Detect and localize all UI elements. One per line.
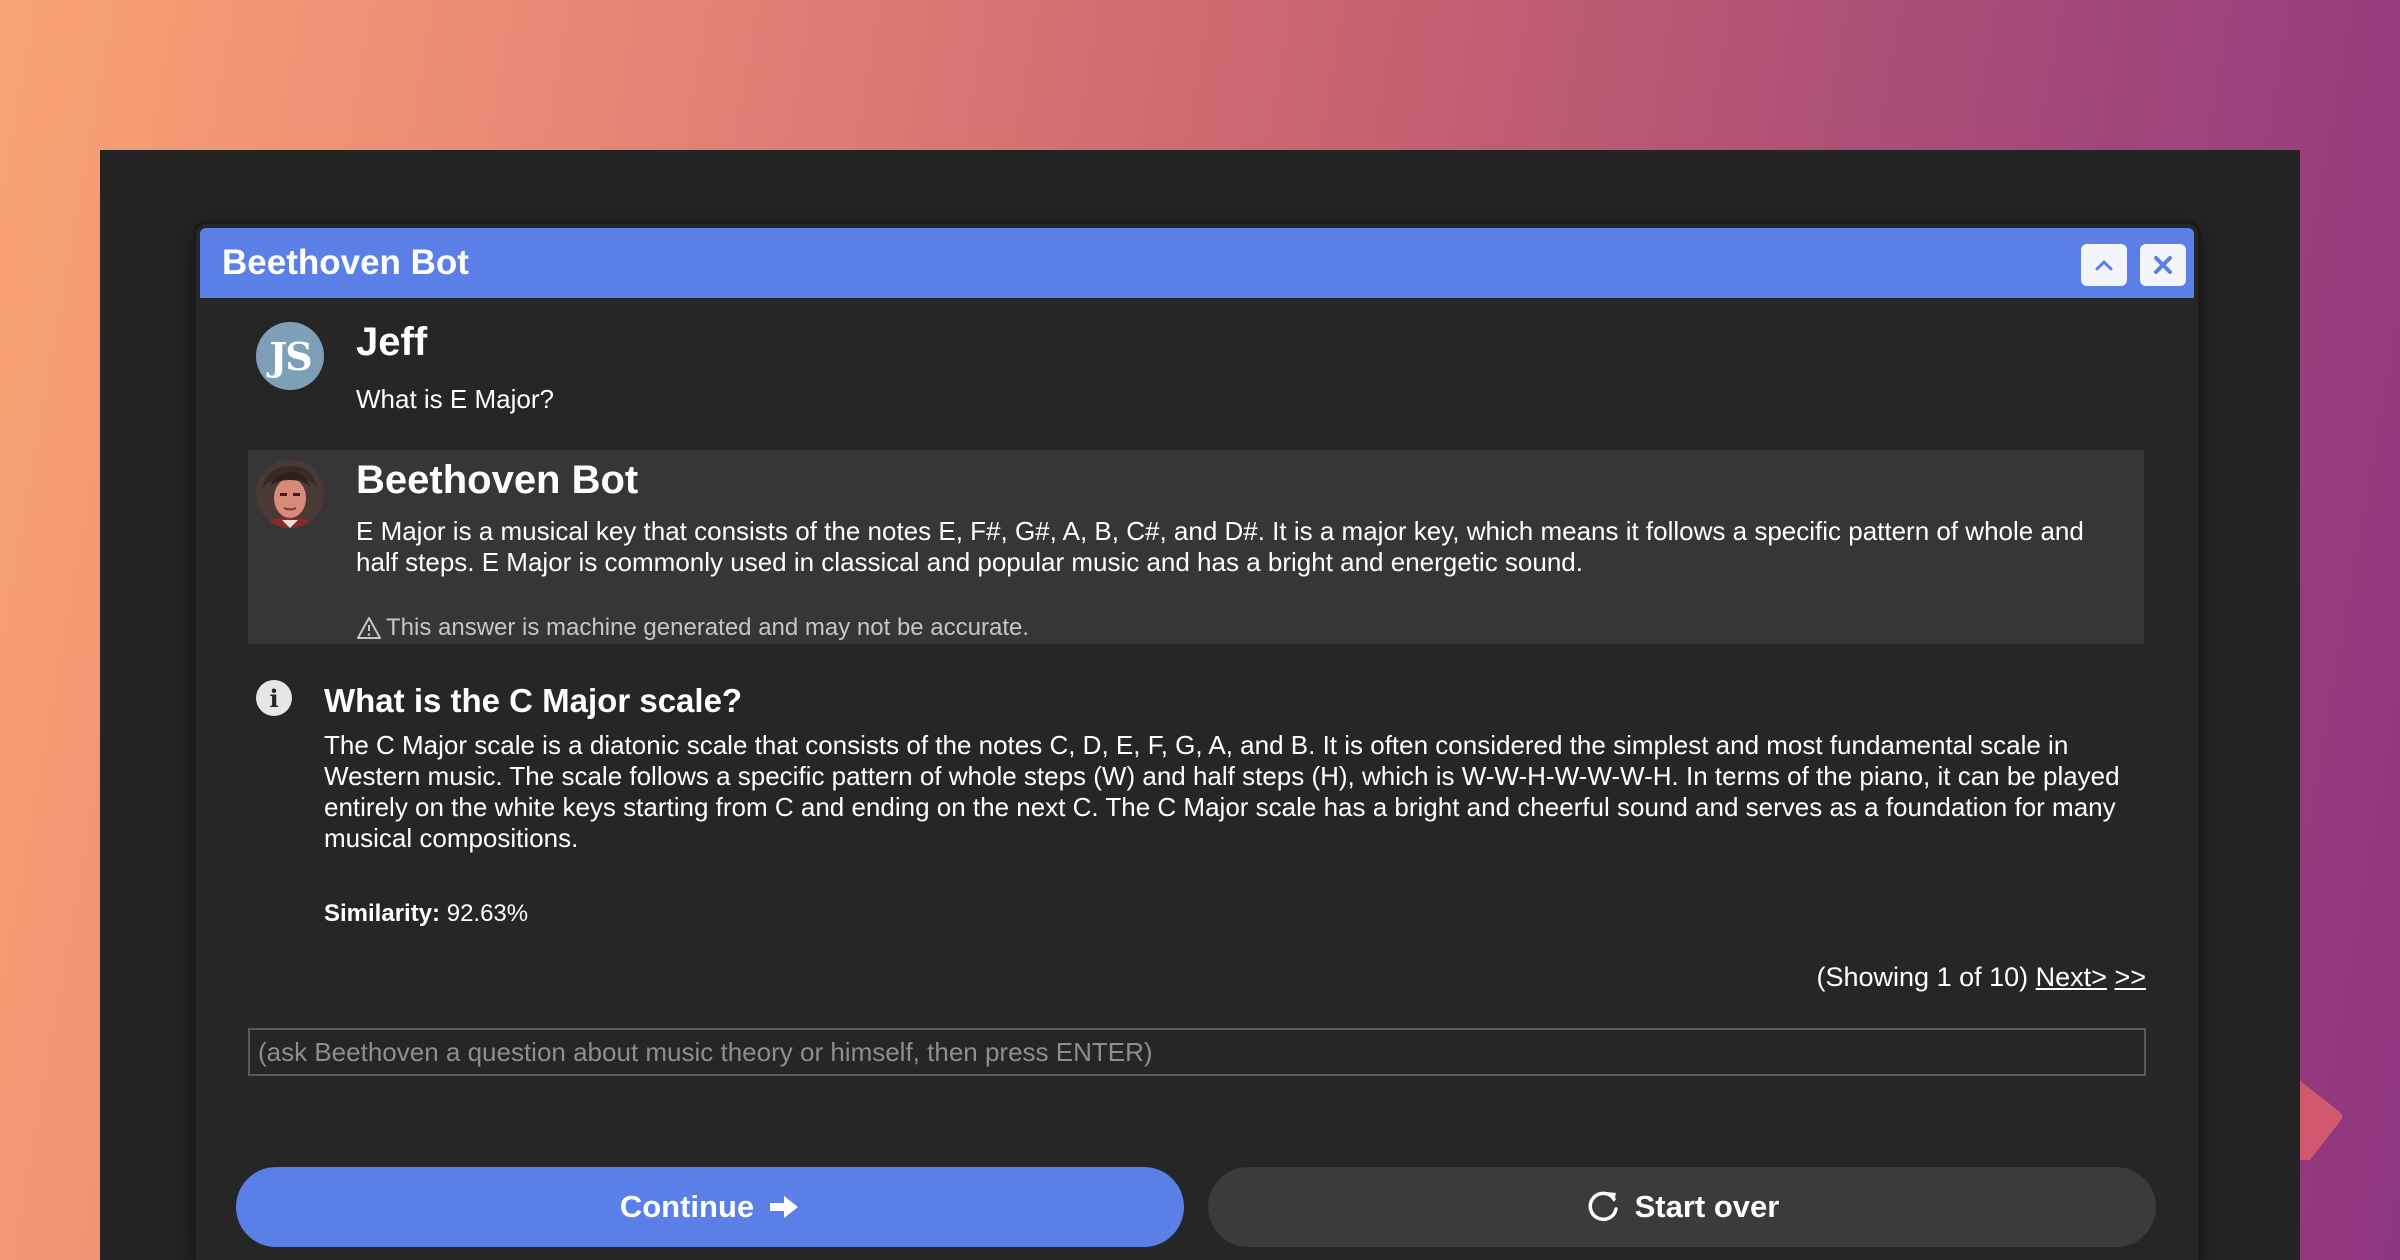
message-text: What is E Major? [356, 384, 554, 414]
related-answer-text: The C Major scale is a diatonic scale th… [324, 730, 2120, 853]
avatar-initials: JS [269, 333, 312, 379]
pagination-status: (Showing 1 of 10) [1816, 962, 2029, 992]
window-title: Beethoven Bot [222, 243, 469, 282]
collapse-button[interactable] [2081, 244, 2127, 286]
pagination: (Showing 1 of 10) Next> >> [1817, 962, 2147, 993]
warning-icon [357, 617, 381, 639]
user-avatar: JS [256, 322, 324, 390]
user-message: JS Jeff What is E Major? [248, 312, 2144, 432]
disclaimer: This answer is machine generated and may… [356, 614, 1029, 642]
arrow-right-icon [770, 1196, 799, 1218]
decorative-shape [2300, 1080, 2352, 1160]
chat-window: Beethoven Bot JS Jeff What is E Major? B… [196, 224, 2198, 1260]
related-question-title: What is the C Major scale? [324, 682, 743, 719]
similarity-score: Similarity: 92.63% [324, 900, 528, 928]
next-link[interactable]: Next> [2036, 962, 2107, 992]
similarity-value: 92.63% [446, 900, 529, 927]
close-icon [2154, 256, 2172, 274]
question-input[interactable] [248, 1028, 2146, 1076]
refresh-icon [1588, 1191, 1618, 1222]
close-button[interactable] [2140, 244, 2186, 286]
continue-label: Continue [619, 1189, 755, 1224]
similarity-label: Similarity: [324, 900, 441, 927]
message-sender: Jeff [356, 320, 428, 364]
start-over-label: Start over [1634, 1189, 1780, 1224]
continue-button[interactable]: Continue [236, 1167, 1184, 1247]
disclaimer-text: This answer is machine generated and may… [386, 614, 1030, 641]
chevron-up-icon [2095, 260, 2113, 271]
related-answer: i What is the C Major scale? The C Major… [248, 672, 2144, 942]
info-icon: i [256, 680, 292, 716]
message-sender: Beethoven Bot [356, 458, 639, 502]
window-titlebar: Beethoven Bot [200, 228, 2194, 298]
bot-message: Beethoven Bot E Major is a musical key t… [248, 450, 2144, 644]
beethoven-avatar [256, 460, 324, 528]
last-link[interactable]: >> [2114, 962, 2146, 992]
message-text: E Major is a musical key that consists o… [356, 516, 2084, 577]
start-over-button[interactable]: Start over [1208, 1167, 2156, 1247]
